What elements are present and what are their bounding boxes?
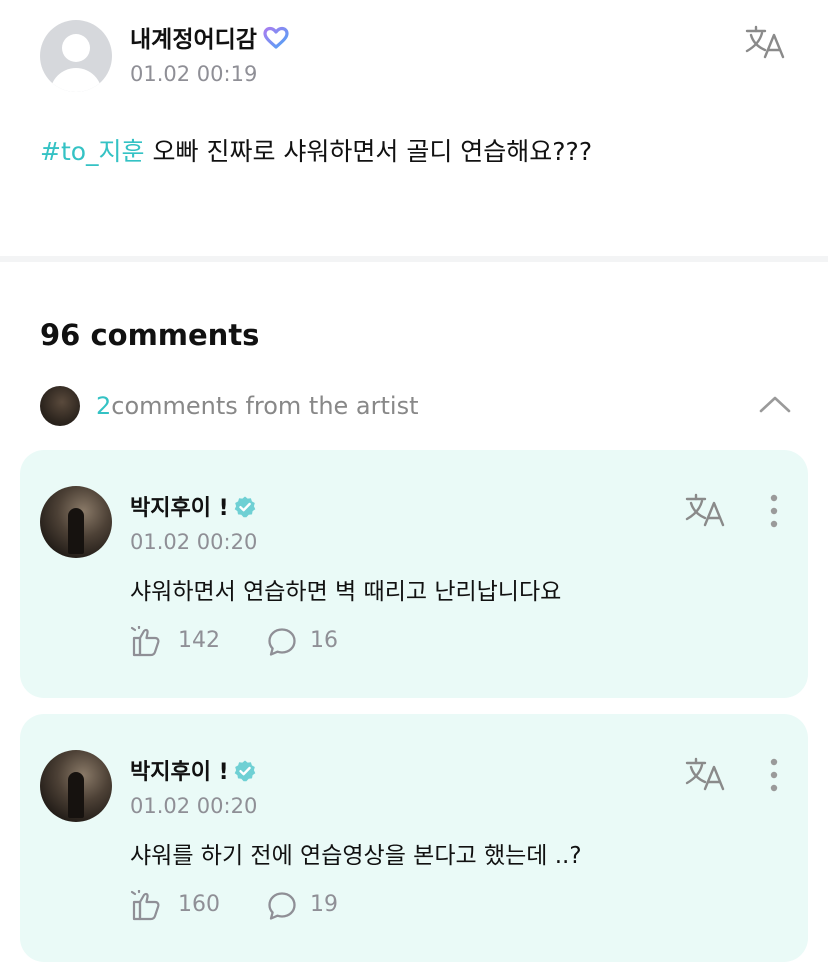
avatar-body-shape — [50, 68, 102, 92]
more-vertical-icon[interactable] — [764, 758, 784, 792]
comment-icon — [268, 892, 296, 920]
reply-count: 16 — [310, 628, 338, 653]
translate-icon[interactable] — [744, 22, 788, 62]
artist-avatar — [40, 386, 80, 426]
verified-badge-icon — [234, 760, 255, 782]
artist-comments-toggle[interactable]: 2comments from the artist — [40, 386, 792, 428]
comment-author-name: 박지후이 ! — [130, 496, 229, 521]
reply-button[interactable]: 16 — [266, 626, 366, 658]
post: 내계정어디감 01.02 00:19 #to_지훈 오빠 진짜로 샤워하면서 골… — [0, 0, 828, 256]
like-count: 160 — [178, 892, 220, 917]
comment-author-name: 박지후이 ! — [130, 760, 229, 785]
heart-badge-icon — [263, 26, 289, 49]
artist-comments-text: comments from the artist — [111, 392, 419, 420]
comment-text: 샤워를 하기 전에 연습영상을 본다고 했는데 ..? — [130, 843, 582, 869]
post-author-avatar[interactable] — [40, 20, 112, 92]
like-icon — [130, 626, 160, 657]
comment-author[interactable]: 박지후이 ! — [130, 490, 257, 522]
artist-avatar[interactable] — [40, 750, 112, 822]
reply-button[interactable]: 19 — [266, 890, 366, 922]
like-icon — [130, 890, 160, 921]
more-vertical-icon[interactable] — [764, 494, 784, 528]
artist-comment-card: 박지후이 ! 01.02 00:20 샤워하면서 연습하면 벽 때리고 난리납니… — [20, 450, 808, 698]
post-author[interactable]: 내계정어디감 — [130, 20, 289, 54]
comment-timestamp: 01.02 00:20 — [130, 530, 258, 554]
artist-comments-count: 2 — [96, 392, 112, 420]
artist-comment-card: 박지후이 ! 01.02 00:20 샤워를 하기 전에 연습영상을 본다고 했… — [20, 714, 808, 962]
avatar-figure-shape — [68, 772, 84, 818]
verified-badge-icon — [234, 496, 255, 518]
post-author-name: 내계정어디감 — [130, 27, 257, 53]
avatar-figure-shape — [68, 508, 84, 554]
translate-icon[interactable] — [684, 754, 728, 794]
artist-avatar[interactable] — [40, 486, 112, 558]
artist-comments-label: 2comments from the artist — [96, 392, 419, 420]
post-hashtag-link[interactable]: #to_지훈 — [40, 137, 145, 166]
comment-timestamp: 01.02 00:20 — [130, 794, 258, 818]
post-timestamp: 01.02 00:19 — [130, 62, 258, 86]
section-divider — [0, 256, 828, 262]
reply-count: 19 — [310, 892, 338, 917]
chevron-up-icon[interactable] — [758, 392, 792, 416]
translate-icon[interactable] — [684, 490, 728, 530]
comments-count-heading: 96 comments — [40, 318, 260, 352]
comment-author[interactable]: 박지후이 ! — [130, 754, 257, 786]
like-count: 142 — [178, 628, 220, 653]
post-body: #to_지훈 오빠 진짜로 샤워하면서 골디 연습해요??? — [40, 132, 592, 168]
comment-text: 샤워하면서 연습하면 벽 때리고 난리납니다요 — [130, 579, 562, 605]
like-button[interactable]: 142 — [130, 626, 250, 658]
avatar-head-shape — [62, 34, 90, 62]
like-button[interactable]: 160 — [130, 890, 250, 922]
post-text: 오빠 진짜로 샤워하면서 골디 연습해요??? — [144, 137, 593, 166]
comment-icon — [268, 628, 296, 656]
